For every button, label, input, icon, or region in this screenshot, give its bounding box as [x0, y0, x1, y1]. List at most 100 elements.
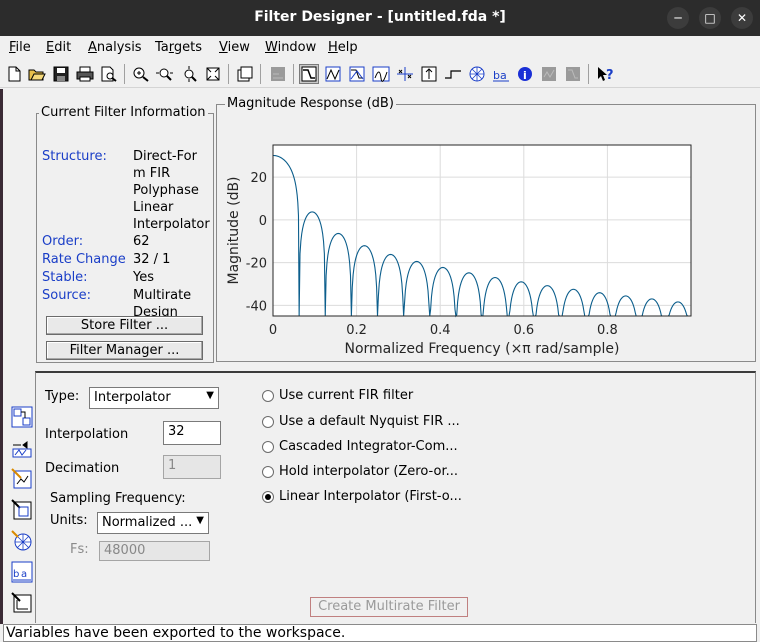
radio-hold-interpolator[interactable] [262, 466, 274, 478]
chevron-down-icon: ▼ [206, 390, 214, 401]
plot-xlabel: Normalized Frequency (×π rad/sample) [345, 341, 620, 357]
design-filter-icon[interactable]: ba [10, 559, 34, 585]
menu-analysis[interactable]: Analysis [88, 40, 142, 55]
plot-ylabel: Magnitude (dB) [226, 176, 242, 284]
option-default-nyquist-label: Use a default Nyquist FIR ... [279, 414, 460, 429]
pole-zero-editor-icon[interactable] [10, 528, 34, 554]
info-icon[interactable]: i [515, 64, 535, 84]
menu-targets[interactable]: Targets [155, 40, 202, 55]
menu-bar: File Edit Analysis Targets View Window H… [0, 36, 760, 59]
maximize-button[interactable]: □ [699, 7, 721, 29]
stable-label: Stable: [42, 270, 88, 285]
svg-text:a: a [21, 569, 27, 580]
status-bar: Variables have been exported to the work… [3, 624, 757, 642]
close-button[interactable]: ✕ [731, 7, 753, 29]
menu-view[interactable]: View [219, 40, 250, 55]
magnitude-plot: 0 0.2 0.4 0.6 0.8 20 0 -20 -40 Magnitude (dB) No… [226, 144, 692, 357]
open-icon[interactable] [27, 64, 47, 84]
x-tick-label: 0.8 [597, 323, 618, 338]
multirate-filter-icon[interactable] [10, 435, 34, 461]
type-label: Type: [45, 389, 80, 404]
svg-text:a: a [500, 69, 507, 82]
option-hold-interpolator-label: Hold interpolator (Zero-or... [279, 464, 458, 479]
zoom-in-icon[interactable] [131, 64, 151, 84]
magnitude-phase-icon[interactable] [347, 64, 367, 84]
create-multirate-filter-button: Create Multirate Filter [310, 597, 468, 617]
new-icon[interactable] [4, 64, 24, 84]
option-cic-label: Cascaded Integrator-Com... [279, 439, 458, 454]
option-use-current-fir-label: Use current FIR filter [279, 388, 414, 403]
menu-file[interactable]: File [9, 40, 31, 55]
zoom-y-icon[interactable] [179, 64, 199, 84]
whats-this-icon[interactable]: ? [596, 64, 616, 84]
stable-value: Yes [133, 270, 154, 285]
x-tick-label: 0 [269, 323, 277, 338]
filter-manager-button[interactable]: Filter Manager ... [46, 341, 203, 360]
title-bar: Filter Designer - [untitled.fda *] ─ □ ✕ [0, 0, 760, 36]
import-filter-icon[interactable] [10, 497, 34, 523]
phase-response-icon[interactable] [323, 64, 343, 84]
full-view-icon[interactable] [203, 64, 223, 84]
radio-default-nyquist[interactable] [262, 416, 274, 428]
save-icon[interactable] [51, 64, 71, 84]
toolbar: ba i ? [0, 60, 760, 88]
magnitude-response-icon[interactable] [299, 64, 319, 84]
print-preview-icon[interactable] [99, 64, 119, 84]
y-tick-label: 0 [259, 214, 267, 229]
svg-text:b: b [13, 569, 19, 580]
new-window-icon[interactable] [235, 64, 255, 84]
svg-text:?: ? [606, 68, 614, 83]
fs-input: 48000 [99, 541, 210, 561]
chevron-down-icon: ▼ [196, 515, 204, 526]
radio-linear-interpolator[interactable] [262, 491, 274, 503]
plot-background [273, 145, 691, 316]
filter-coefficients-icon[interactable] [467, 64, 487, 84]
disabled-icon [268, 64, 288, 84]
interpolation-label: Interpolation [45, 427, 129, 442]
svg-text:b: b [493, 69, 500, 82]
fs-label: Fs: [70, 542, 89, 557]
disabled-icon-2 [539, 64, 559, 84]
units-label: Units: [50, 513, 88, 528]
transform-filter-icon[interactable] [10, 404, 34, 430]
menu-window[interactable]: Window [265, 40, 316, 55]
x-tick-label: 0.6 [513, 323, 534, 338]
order-value: 62 [133, 234, 150, 249]
step-response-icon[interactable] [443, 64, 463, 84]
minimize-button[interactable]: ─ [667, 7, 689, 29]
decimation-label: Decimation [45, 461, 120, 476]
type-dropdown[interactable]: Interpolator ▼ [89, 387, 219, 409]
structure-value: Direct-For m FIR Polyphase Linear Interp… [133, 149, 210, 232]
option-linear-interpolator-label: Linear Interpolator (First-o... [279, 489, 462, 504]
radio-cic[interactable] [262, 441, 274, 453]
store-filter-button[interactable]: Store Filter ... [46, 316, 203, 335]
zoom-x-icon[interactable] [155, 64, 175, 84]
sampling-frequency-label: Sampling Frequency: [50, 491, 186, 506]
radio-use-current-fir[interactable] [262, 390, 274, 402]
source-label: Source: [42, 288, 92, 303]
print-icon[interactable] [75, 64, 95, 84]
impulse-response-icon[interactable] [419, 64, 439, 84]
source-value: Multirate Design [133, 288, 192, 316]
menu-help[interactable]: Help [328, 40, 358, 55]
realize-model-icon[interactable] [10, 466, 34, 492]
svg-text:i: i [523, 69, 527, 82]
magnitude-response-title: Magnitude Response (dB) [225, 96, 396, 111]
units-dropdown[interactable]: Normalized ... ▼ [97, 512, 209, 534]
window-title: Filter Designer - [untitled.fda *] [254, 9, 506, 25]
menu-edit[interactable]: Edit [46, 40, 71, 55]
x-tick-label: 0.4 [430, 323, 451, 338]
rate-change-label: Rate Change [42, 252, 126, 267]
y-tick-label: -20 [246, 257, 267, 272]
rate-change-value: 32 / 1 [133, 252, 171, 267]
filter-tools-icon[interactable] [10, 590, 34, 616]
disabled-icon-3 [563, 64, 583, 84]
interpolation-input[interactable]: 32 [163, 421, 221, 445]
filter-info-icon[interactable]: ba [491, 64, 511, 84]
decimation-input: 1 [163, 455, 221, 479]
y-tick-label: 20 [250, 171, 267, 186]
structure-label: Structure: [42, 149, 107, 164]
group-delay-icon[interactable] [371, 64, 391, 84]
pole-zero-icon[interactable] [395, 64, 415, 84]
side-toolbar: ba [3, 400, 35, 622]
